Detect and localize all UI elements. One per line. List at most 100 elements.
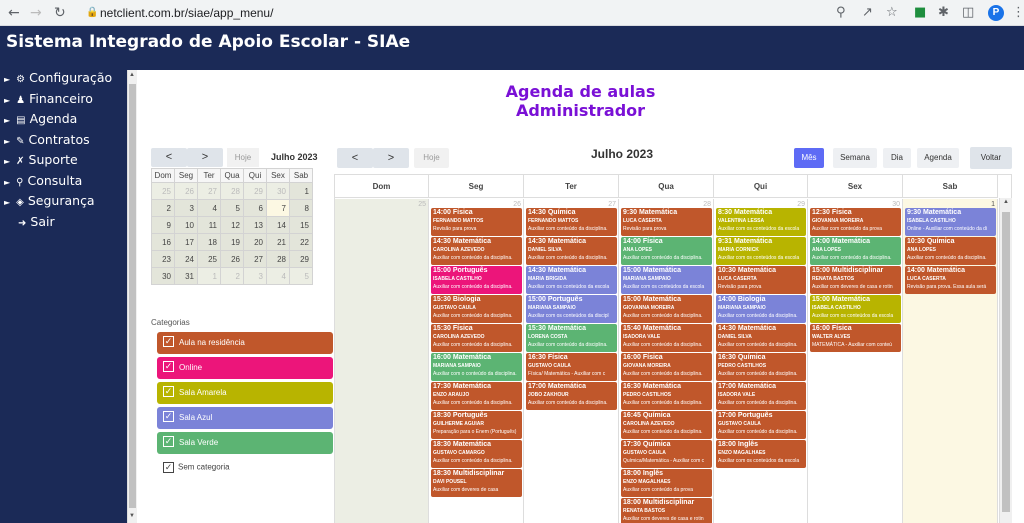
sidebar-scrollbar[interactable]: ▲ ▼	[127, 70, 137, 523]
calendar-event[interactable]: 15:00 Matemática ISABELA CASTILHO Auxiliar…	[810, 295, 901, 323]
puzzle-icon[interactable]: ✱	[938, 5, 949, 21]
menu-item-seguranca[interactable]: ► ◈ Segurança	[4, 193, 95, 208]
minical-day[interactable]: 7	[266, 199, 290, 217]
calendar-event[interactable]: 17:00 Matemática JOBO ZAKHOUR Auxiliar com…	[526, 382, 617, 410]
view-week-button[interactable]: Semana	[833, 148, 877, 168]
category-item[interactable]: ✓ Sala Azul	[157, 407, 333, 429]
minical-day[interactable]: 20	[243, 233, 267, 251]
minical-day[interactable]: 12	[220, 216, 244, 234]
zoom-icon[interactable]: ⚲	[836, 5, 846, 21]
menu-item-suporte[interactable]: ► ✗ Suporte	[4, 152, 78, 167]
minical-day[interactable]: 14	[266, 216, 290, 234]
checkbox-checked-icon[interactable]: ✓	[163, 436, 174, 447]
calendar-event[interactable]: 14:00 Física FERNANDO MATTOS Revisão para …	[431, 208, 522, 236]
minical-day[interactable]: 27	[243, 250, 267, 268]
calendar-event[interactable]: 15:00 Matemática GIOVANNA MOREIRA Auxiliar…	[621, 295, 712, 323]
minical-today-button[interactable]: Hoje	[227, 148, 259, 167]
view-day-button[interactable]: Dia	[883, 148, 911, 168]
checkbox-checked-icon[interactable]: ✓	[163, 411, 174, 422]
calendar-event[interactable]: 14:30 Química FERNANDO MATTOS Auxiliar com…	[526, 208, 617, 236]
minical-day[interactable]: 6	[243, 199, 267, 217]
calendar-event[interactable]: 15:00 Português ISABELA CASTILHO Auxiliar …	[431, 266, 522, 294]
calendar-event[interactable]: 18:30 Multidisciplinar DAVI POUSEL Auxilia…	[431, 469, 522, 497]
minical-day[interactable]: 23	[151, 250, 175, 268]
view-agenda-button[interactable]: Agenda	[917, 148, 959, 168]
calendar-event[interactable]: 15:40 Matemática ISADORA VALE Auxiliar com…	[621, 324, 712, 352]
minical-day[interactable]: 2	[151, 199, 175, 217]
minical-day[interactable]: 10	[174, 216, 198, 234]
calendar-event[interactable]: 15:00 Português MARIANA SAMPAIO Auxiliar c…	[526, 295, 617, 323]
minical-day[interactable]: 1	[197, 267, 221, 285]
calendar-event[interactable]: 16:00 Física GIOVANA MOREIRA Auxiliar com …	[621, 353, 712, 381]
calendar-event[interactable]: 14:00 Biologia MARIANA SAMPAIO Auxiliar co…	[716, 295, 806, 323]
scroll-up-icon[interactable]: ▲	[129, 72, 135, 78]
calendar-event[interactable]: 14:00 Física ANA LOPES Auxiliar com conteú…	[621, 237, 712, 265]
minical-day[interactable]: 21	[266, 233, 290, 251]
calendar-event[interactable]: 16:30 Química PEDRO CASTILHOS Auxiliar com…	[716, 353, 806, 381]
minical-day[interactable]: 4	[197, 199, 221, 217]
minical-day[interactable]: 11	[197, 216, 221, 234]
scroll-up-icon[interactable]: ▲	[1003, 199, 1009, 205]
calendar-event[interactable]: 17:30 Matemática ENZO ARAUJO Auxiliar com …	[431, 382, 522, 410]
calendar-event[interactable]: 15:00 Matemática MARIANA SAMPAIO Auxiliar …	[621, 266, 712, 294]
view-month-button[interactable]: Mês	[794, 148, 824, 168]
bookmark-star-icon[interactable]: ☆	[886, 5, 898, 21]
minical-day[interactable]: 1	[289, 182, 313, 200]
menu-item-consulta[interactable]: ► ⚲ Consulta	[4, 173, 82, 188]
calendar-event[interactable]: 14:30 Matemática DANIEL SILVA Auxiliar com…	[716, 324, 806, 352]
minical-day[interactable]: 3	[243, 267, 267, 285]
calendar-event[interactable]: 14:30 Matemática CAROLINA AZEVEDO Auxiliar…	[431, 237, 522, 265]
calendar-event[interactable]: 8:30 Matemática VALENTINA LESSA Auxiliar c…	[716, 208, 806, 236]
minical-day[interactable]: 30	[266, 182, 290, 200]
menu-item-configuracao[interactable]: ► ⚙ Configuração	[4, 70, 112, 85]
minical-day[interactable]: 25	[197, 250, 221, 268]
minical-day[interactable]: 2	[220, 267, 244, 285]
category-item[interactable]: ✓ Sala Verde	[157, 432, 333, 454]
minical-day[interactable]: 28	[266, 250, 290, 268]
share-icon[interactable]: ↗	[862, 5, 873, 21]
minical-day[interactable]: 24	[174, 250, 198, 268]
calendar-event[interactable]: 14:00 Matemática LUCA CASERTA Revisão para…	[905, 266, 996, 294]
address-bar[interactable]: 🔒 netclient.com.br/siae/app_menu/	[80, 3, 810, 23]
calendar-event[interactable]: 9:30 Matemática ISABELA CASTILHO Online - …	[905, 208, 996, 236]
minical-next-button[interactable]: >	[187, 148, 223, 167]
calendar-scrollbar[interactable]: ▲	[999, 198, 1012, 523]
minical-day[interactable]: 5	[220, 199, 244, 217]
minical-day[interactable]: 15	[289, 216, 313, 234]
minical-day[interactable]: 18	[197, 233, 221, 251]
profile-avatar[interactable]: P	[988, 5, 1004, 21]
checkbox-checked-icon[interactable]: ✓	[163, 336, 174, 347]
minical-day[interactable]: 28	[220, 182, 244, 200]
calendar-event[interactable]: 16:00 Física WALTER ALVES MATEMÁTICA - Aux…	[810, 324, 901, 352]
minical-day[interactable]: 8	[289, 199, 313, 217]
minical-day[interactable]: 3	[174, 199, 198, 217]
calendar-event[interactable]: 15:30 Física CAROLINA AZEVEDO Auxiliar com…	[431, 324, 522, 352]
calendar-event[interactable]: 16:00 Matemática MARIANA SAMPAIO Auxiliar …	[431, 353, 522, 381]
sidepanel-icon[interactable]: ◫	[962, 5, 974, 21]
scroll-thumb[interactable]	[1002, 212, 1010, 512]
minical-day[interactable]: 9	[151, 216, 175, 234]
back-button[interactable]: Voltar	[970, 147, 1012, 169]
minical-day[interactable]: 25	[151, 182, 175, 200]
calendar-event[interactable]: 12:30 Física GIOVANNA MOREIRA Auxiliar com…	[810, 208, 901, 236]
category-item[interactable]: ✓ Sala Amarela	[157, 382, 333, 404]
calendar-event[interactable]: 17:00 Português GUSTAVO CAULA Auxiliar com…	[716, 411, 806, 439]
checkbox-checked-icon[interactable]: ✓	[163, 361, 174, 372]
minical-day[interactable]: 30	[151, 267, 175, 285]
calendar-next-button[interactable]: >	[373, 148, 409, 168]
calendar-event[interactable]: 16:45 Química CAROLINA AZEVEDO Auxiliar co…	[621, 411, 712, 439]
minical-day[interactable]: 27	[197, 182, 221, 200]
category-item[interactable]: ✓ Online	[157, 357, 333, 379]
calendar-event[interactable]: 18:30 Matemática GUSTAVO CAMARGO Auxiliar …	[431, 440, 522, 468]
calendar-event[interactable]: 9:31 Matemática MARIA CORNICK Auxiliar com…	[716, 237, 806, 265]
calendar-event[interactable]: 18:30 Português GUILHERME AGUIAR Preparaçã…	[431, 411, 522, 439]
menu-item-contratos[interactable]: ► ✎ Contratos	[4, 132, 90, 147]
calendar-event[interactable]: 18:00 Inglês ENZO MAGALHAES Auxiliar com c…	[621, 469, 712, 497]
minical-day[interactable]: 5	[289, 267, 313, 285]
calendar-prev-button[interactable]: <	[337, 148, 373, 168]
menu-item-financeiro[interactable]: ► ♟ Financeiro	[4, 91, 93, 106]
extension-icon[interactable]: ■	[914, 5, 926, 21]
calendar-event[interactable]: 15:30 Matemática LORENA COSTA Auxiliar com…	[526, 324, 617, 352]
calendar-event[interactable]: 9:30 Matemática LUCA CASERTA Revisão para …	[621, 208, 712, 236]
minical-day[interactable]: 22	[289, 233, 313, 251]
